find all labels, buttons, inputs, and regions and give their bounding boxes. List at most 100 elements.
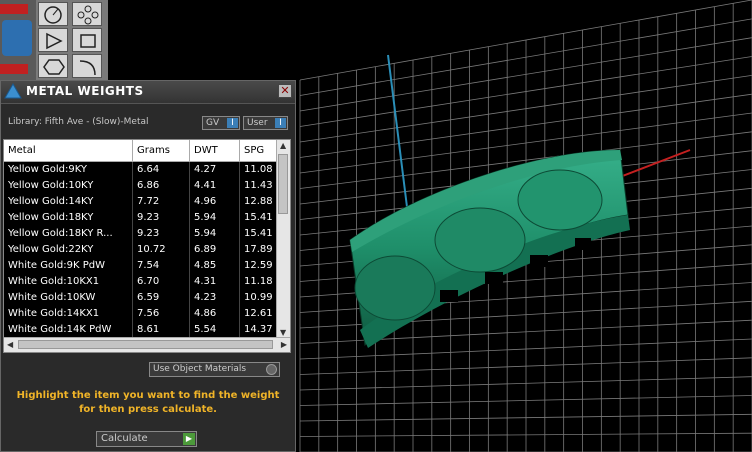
table-cell: Yellow Gold:9KY — [4, 162, 133, 178]
table-cell: 4.27 — [190, 162, 240, 178]
table-cell: 4.85 — [190, 258, 240, 274]
toolbox-left-strip — [0, 0, 36, 80]
table-cell: 15.41 — [240, 210, 278, 226]
cone-icon — [4, 83, 22, 99]
table-cell: 11.43 — [240, 178, 278, 194]
user-toggle-key: I — [275, 118, 286, 128]
gv-toggle[interactable]: GV I — [202, 116, 240, 130]
table-cell: White Gold:10KW — [4, 290, 133, 306]
table-row[interactable]: White Gold:14K PdW 8.61 5.54 14.37 — [4, 322, 278, 338]
scroll-right-icon[interactable]: ▶ — [281, 340, 287, 349]
table-cell: 10.99 — [240, 290, 278, 306]
table-cell: White Gold:14K PdW — [4, 322, 133, 338]
user-toggle[interactable]: User I — [243, 116, 288, 130]
hexagon-icon[interactable] — [38, 54, 68, 78]
table-cell: 6.59 — [133, 290, 190, 306]
toolbox-blue-button[interactable] — [2, 20, 32, 56]
scroll-up-icon[interactable]: ▲ — [280, 141, 286, 150]
vertical-scrollbar[interactable]: ▲ ▼ — [276, 140, 290, 338]
table-cell: 15.41 — [240, 226, 278, 242]
horizontal-scrollbar[interactable]: ◀ ▶ — [4, 337, 290, 352]
use-object-materials-label: Use Object Materials — [153, 364, 247, 374]
col-header-metal[interactable]: Metal — [4, 140, 133, 162]
table-cell: 11.08 — [240, 162, 278, 178]
user-toggle-label: User — [247, 118, 268, 128]
scroll-down-icon[interactable]: ▼ — [280, 328, 286, 337]
toolbox-red-bar-2 — [0, 64, 28, 74]
table-cell: 12.88 — [240, 194, 278, 210]
table-cell: 5.94 — [190, 226, 240, 242]
table-cell: 6.89 — [190, 242, 240, 258]
toolbox-red-bar — [0, 4, 28, 14]
vertical-scroll-thumb[interactable] — [278, 154, 288, 214]
table-cell: 10.72 — [133, 242, 190, 258]
table-cell: 12.61 — [240, 306, 278, 322]
table-cell: 6.86 — [133, 178, 190, 194]
table-cell: 11.18 — [240, 274, 278, 290]
panel-title: METAL WEIGHTS — [26, 84, 144, 98]
col-header-grams[interactable]: Grams — [133, 140, 190, 162]
table-cell: 6.70 — [133, 274, 190, 290]
hint-line-2: for then press calculate. — [79, 404, 217, 415]
draw-tool-palette — [36, 0, 108, 80]
table-cell: Yellow Gold:18KY — [4, 210, 133, 226]
table-cell: White Gold:9K PdW — [4, 258, 133, 274]
hint-text: Highlight the item you want to find the … — [1, 389, 295, 417]
table-cell: 4.96 — [190, 194, 240, 210]
table-cell: 17.89 — [240, 242, 278, 258]
table-cell: 9.23 — [133, 226, 190, 242]
table-cell: 4.41 — [190, 178, 240, 194]
table-cell: Yellow Gold:22KY — [4, 242, 133, 258]
table-row[interactable]: White Gold:10KX1 6.70 4.31 11.18 — [4, 274, 278, 290]
col-header-dwt[interactable]: DWT — [190, 140, 240, 162]
table-cell: 5.94 — [190, 210, 240, 226]
table-cell: 8.61 — [133, 322, 190, 338]
scroll-left-icon[interactable]: ◀ — [7, 340, 13, 349]
table-cell: 7.56 — [133, 306, 190, 322]
col-header-spg[interactable]: SPG — [240, 140, 278, 162]
metal-weights-panel: METAL WEIGHTS ✕ Library: Fifth Ave - (Sl… — [0, 80, 296, 452]
table-cell: Yellow Gold:14KY — [4, 194, 133, 210]
arc-icon[interactable] — [72, 54, 102, 78]
table-row[interactable]: Yellow Gold:18KY R... 9.23 5.94 15.41 — [4, 226, 278, 242]
table-cell: 14.37 — [240, 322, 278, 338]
table-row[interactable]: Yellow Gold:9KY 6.64 4.27 11.08 — [4, 162, 278, 178]
table-cell: White Gold:10KX1 — [4, 274, 133, 290]
table-cell: 4.86 — [190, 306, 240, 322]
horizontal-scroll-thumb[interactable] — [18, 340, 273, 349]
panel-title-bar[interactable]: METAL WEIGHTS ✕ — [1, 81, 295, 104]
ring-model[interactable] — [349, 149, 630, 348]
calculate-label: Calculate — [101, 433, 148, 444]
rectangle-icon[interactable] — [72, 28, 102, 52]
table-row[interactable]: White Gold:14KX1 7.56 4.86 12.61 — [4, 306, 278, 322]
calculate-button[interactable]: Calculate ▶ — [96, 431, 197, 447]
table-cell: 4.23 — [190, 290, 240, 306]
table-row[interactable]: Yellow Gold:10KY 6.86 4.41 11.43 — [4, 178, 278, 194]
table-cell: White Gold:14KX1 — [4, 306, 133, 322]
table-cell: 7.72 — [133, 194, 190, 210]
table-cell: Yellow Gold:18KY R... — [4, 226, 133, 242]
table-row[interactable]: White Gold:10KW 6.59 4.23 10.99 — [4, 290, 278, 306]
table-cell: 5.54 — [190, 322, 240, 338]
gv-toggle-key: I — [227, 118, 238, 128]
triangle-icon[interactable] — [38, 28, 68, 52]
table-row[interactable]: Yellow Gold:18KY 9.23 5.94 15.41 — [4, 210, 278, 226]
play-icon: ▶ — [183, 433, 195, 445]
radio-icon — [266, 364, 277, 375]
table-cell: 4.31 — [190, 274, 240, 290]
curve-icon[interactable] — [38, 2, 68, 26]
hint-line-1: Highlight the item you want to find the … — [16, 390, 280, 401]
table-cell: 7.54 — [133, 258, 190, 274]
use-object-materials-toggle[interactable]: Use Object Materials — [149, 362, 280, 377]
table-row[interactable]: Yellow Gold:22KY 10.72 6.89 17.89 — [4, 242, 278, 258]
library-label: Library: Fifth Ave - (Slow)-Metal — [8, 117, 149, 127]
gv-toggle-label: GV — [206, 118, 220, 128]
point-icon[interactable] — [72, 2, 102, 26]
metal-table[interactable]: Metal Grams DWT SPG Yellow Gold:9KY 6.64 4… — [3, 139, 291, 353]
table-cell: 9.23 — [133, 210, 190, 226]
table-row[interactable]: Yellow Gold:14KY 7.72 4.96 12.88 — [4, 194, 278, 210]
table-cell: 12.59 — [240, 258, 278, 274]
table-row[interactable]: White Gold:9K PdW 7.54 4.85 12.59 — [4, 258, 278, 274]
close-button[interactable]: ✕ — [278, 84, 292, 98]
table-header: Metal Grams DWT SPG — [4, 140, 278, 162]
